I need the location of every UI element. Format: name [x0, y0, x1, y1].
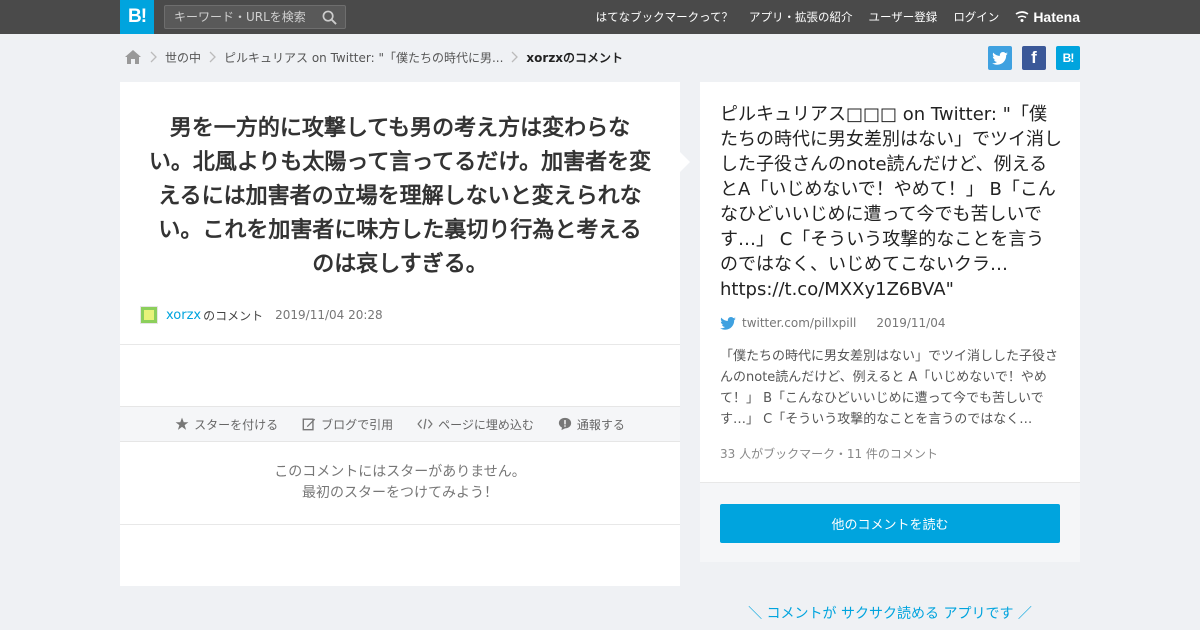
- hatena-bookmark-logo[interactable]: B!: [120, 0, 154, 34]
- nav-signup[interactable]: ユーザー登録: [869, 9, 938, 25]
- twitter-icon: [720, 316, 736, 330]
- search-box: [164, 5, 346, 29]
- chevron-right-icon: [209, 51, 216, 63]
- read-more-comments-button[interactable]: 他のコメントを読む: [720, 504, 1060, 543]
- blog-quote-button[interactable]: ブログで引用: [302, 416, 393, 433]
- nav-login[interactable]: ログイン: [953, 9, 999, 25]
- comment-meta: xorzx のコメント 2019/11/04 20:28: [140, 306, 383, 324]
- no-stars-line-2: 最初のスターをつけてみよう！: [302, 485, 498, 501]
- nav-about[interactable]: はてなブックマークって？: [596, 9, 733, 25]
- comment-date[interactable]: 2019/11/04 20:28: [275, 308, 383, 322]
- entry-date: 2019/11/04: [876, 316, 946, 330]
- entry-source-domain[interactable]: twitter.com/pillxpill: [742, 316, 856, 330]
- embed-label: ページに埋め込む: [438, 417, 534, 432]
- edit-icon: [302, 418, 316, 431]
- comment-username[interactable]: xorzx: [166, 308, 201, 323]
- comment-card: 男を一方的に攻撃しても男の考え方は変わらない。北風よりも太陽って言ってるだけ。加…: [120, 82, 680, 586]
- entry-title[interactable]: ピルキュリアス□□□ on Twitter: "「僕たちの時代に男女差別はない」…: [720, 102, 1062, 302]
- no-stars-message: このコメントにはスターがありません。 最初のスターをつけてみよう！: [120, 462, 680, 504]
- avatar[interactable]: [140, 306, 158, 324]
- add-star-label: スターを付ける: [194, 417, 279, 432]
- comment-text: 男を一方的に攻撃しても男の考え方は変わらない。北風よりも太陽って言ってるだけ。加…: [148, 116, 652, 277]
- blog-quote-label: ブログで引用: [321, 417, 394, 432]
- divider: [120, 524, 680, 525]
- hatena-mark-icon: [1015, 11, 1029, 22]
- breadcrumb-category[interactable]: 世の中: [165, 49, 201, 66]
- hatena-brand-text: Hatena: [1033, 9, 1080, 25]
- no-stars-line-1: このコメントにはスターがありません。: [274, 464, 526, 480]
- comment-actions: スターを付ける ブログで引用 ページに埋め込む 通報する: [120, 406, 680, 442]
- facebook-share-button[interactable]: f: [1022, 46, 1046, 70]
- search-input[interactable]: [165, 6, 315, 28]
- share-buttons: f B!: [978, 46, 1080, 70]
- home-icon[interactable]: [124, 49, 142, 65]
- breadcrumb-entry[interactable]: ピルキュリアス on Twitter: "「僕たちの時代に男...: [224, 49, 503, 66]
- entry-card: ピルキュリアス□□□ on Twitter: "「僕たちの時代に男女差別はない」…: [700, 82, 1080, 562]
- chevron-right-icon: [511, 51, 519, 63]
- top-bar: B! はてなブックマークって？ アプリ・拡張の紹介 ユーザー登録 ログイン Ha…: [0, 0, 1200, 34]
- embed-button[interactable]: ページに埋め込む: [417, 416, 534, 433]
- report-button[interactable]: 通報する: [558, 416, 625, 433]
- star-icon: [175, 417, 189, 430]
- divider: [120, 344, 680, 345]
- entry-counts[interactable]: 33 人がブックマーク・11 件のコメント: [720, 445, 938, 462]
- app-promo-link[interactable]: ＼ コメントが サクサク読める アプリです ／: [700, 603, 1080, 623]
- entry-summary: 「僕たちの時代に男女差別はない」でツイ消しした子役さんのnote読んだけど、例え…: [720, 349, 1059, 427]
- twitter-share-button[interactable]: [988, 46, 1012, 70]
- breadcrumb-current: xorzxのコメント: [526, 50, 624, 65]
- search-icon[interactable]: [322, 10, 337, 25]
- twitter-icon: [992, 51, 1008, 65]
- comment-user-suffix: のコメント: [203, 308, 264, 323]
- breadcrumb: 世の中 ピルキュリアス on Twitter: "「僕たちの時代に男... xo…: [124, 46, 623, 68]
- hatena-brand[interactable]: Hatena: [1015, 9, 1080, 25]
- more-comments-area: 他のコメントを読む: [700, 482, 1080, 562]
- entry-source: twitter.com/pillxpill 2019/11/04: [720, 316, 945, 330]
- chevron-right-icon: [150, 51, 157, 63]
- nav-apps[interactable]: アプリ・拡張の紹介: [749, 9, 853, 25]
- alert-icon: [558, 417, 572, 431]
- hatena-share-button[interactable]: B!: [1056, 46, 1080, 70]
- card-pointer: [680, 152, 690, 172]
- report-label: 通報する: [576, 417, 625, 432]
- top-nav: はてなブックマークって？ アプリ・拡張の紹介 ユーザー登録 ログイン Haten…: [580, 0, 1080, 34]
- add-star-button[interactable]: スターを付ける: [175, 416, 278, 433]
- code-icon: [417, 418, 433, 430]
